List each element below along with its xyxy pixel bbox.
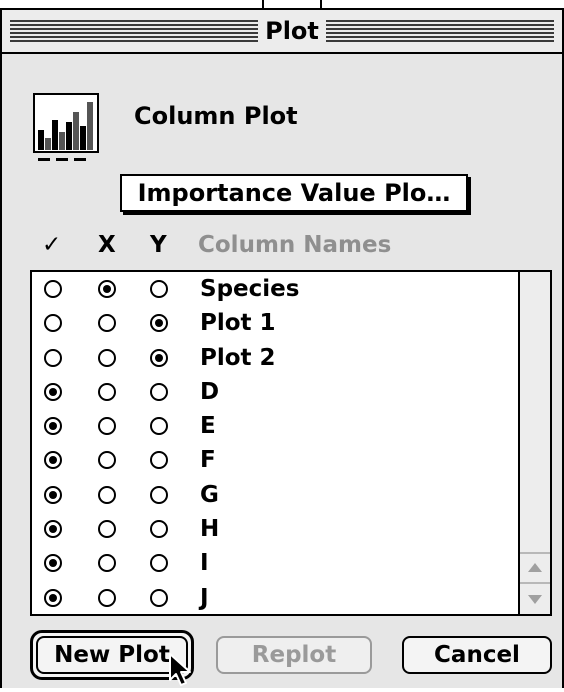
column-name: Species xyxy=(200,276,300,302)
column-name: H xyxy=(200,516,220,543)
column-name: Plot 1 xyxy=(200,310,276,337)
check-radio[interactable] xyxy=(44,520,62,539)
list-item[interactable]: G xyxy=(32,478,518,512)
mouse-pointer-icon xyxy=(168,652,198,688)
list-item[interactable]: F xyxy=(32,443,518,477)
check-radio[interactable] xyxy=(44,348,62,367)
plot-dialog-window: Plot Column Plot Importance Value Plo… ✓… xyxy=(0,8,564,688)
check-radio[interactable] xyxy=(44,280,62,298)
check-radio[interactable] xyxy=(44,588,62,607)
x-radio[interactable] xyxy=(98,520,116,539)
y-radio[interactable] xyxy=(150,348,168,367)
check-radio[interactable] xyxy=(44,485,62,504)
check-radio[interactable] xyxy=(44,314,62,333)
plot-type-popup[interactable]: Importance Value Plo… xyxy=(120,174,468,212)
scroll-up-button[interactable] xyxy=(520,552,550,582)
column-name: D xyxy=(200,378,220,405)
y-radio[interactable] xyxy=(150,314,168,333)
y-radio[interactable] xyxy=(150,382,168,401)
column-list: Species Plot 1 Plot 2 DEFGHIJ xyxy=(30,270,552,616)
x-radio[interactable] xyxy=(98,485,116,504)
list-item[interactable]: D xyxy=(32,375,518,409)
check-radio[interactable] xyxy=(44,451,62,470)
column-name: G xyxy=(200,481,219,508)
x-radio[interactable] xyxy=(98,588,116,607)
check-column-header: ✓ xyxy=(42,232,62,258)
column-names-header: Column Names xyxy=(198,232,392,258)
new-plot-button[interactable]: New Plot xyxy=(36,636,188,674)
y-radio[interactable] xyxy=(150,588,168,607)
list-item[interactable]: Species xyxy=(32,272,518,306)
column-plot-icon xyxy=(32,92,100,168)
scroll-down-button[interactable] xyxy=(520,582,550,614)
title-bar[interactable]: Plot xyxy=(2,10,562,54)
x-radio[interactable] xyxy=(98,451,116,470)
y-radio[interactable] xyxy=(150,485,168,504)
list-item[interactable]: I xyxy=(32,546,518,580)
cancel-button[interactable]: Cancel xyxy=(402,636,552,674)
column-name: J xyxy=(200,584,209,611)
scroll-up-arrow-icon xyxy=(528,563,542,572)
check-radio[interactable] xyxy=(44,417,62,436)
top-edge-mark xyxy=(262,0,264,8)
column-name: Plot 2 xyxy=(200,344,276,371)
title-bar-stripes xyxy=(326,20,554,42)
x-column-header: X xyxy=(98,232,116,258)
list-scrollbar[interactable] xyxy=(518,272,550,614)
x-radio[interactable] xyxy=(98,554,116,573)
replot-button[interactable]: Replot xyxy=(216,636,372,674)
column-name: E xyxy=(200,413,216,440)
list-item[interactable]: Plot 1 xyxy=(32,306,518,340)
x-radio[interactable] xyxy=(98,348,116,367)
plot-type-label: Column Plot xyxy=(134,102,298,130)
x-radio[interactable] xyxy=(98,382,116,401)
window-title: Plot xyxy=(258,14,326,48)
column-name: F xyxy=(200,447,216,474)
y-radio[interactable] xyxy=(150,554,168,573)
y-column-header: Y xyxy=(150,232,167,258)
y-radio[interactable] xyxy=(150,280,168,298)
y-radio[interactable] xyxy=(150,451,168,470)
y-radio[interactable] xyxy=(150,520,168,539)
list-item[interactable]: H xyxy=(32,512,518,546)
column-list-rows: Species Plot 1 Plot 2 DEFGHIJ xyxy=(32,272,518,614)
check-radio[interactable] xyxy=(44,382,62,401)
x-radio[interactable] xyxy=(98,417,116,436)
scroll-down-arrow-icon xyxy=(528,595,542,604)
list-item[interactable]: J xyxy=(32,581,518,614)
check-radio[interactable] xyxy=(44,554,62,573)
x-radio[interactable] xyxy=(98,280,116,298)
top-edge-mark xyxy=(320,0,322,8)
list-item[interactable]: Plot 2 xyxy=(32,341,518,375)
list-item[interactable]: E xyxy=(32,409,518,443)
y-radio[interactable] xyxy=(150,417,168,436)
column-name: I xyxy=(200,550,209,577)
x-radio[interactable] xyxy=(98,314,116,333)
title-bar-stripes xyxy=(10,20,258,42)
